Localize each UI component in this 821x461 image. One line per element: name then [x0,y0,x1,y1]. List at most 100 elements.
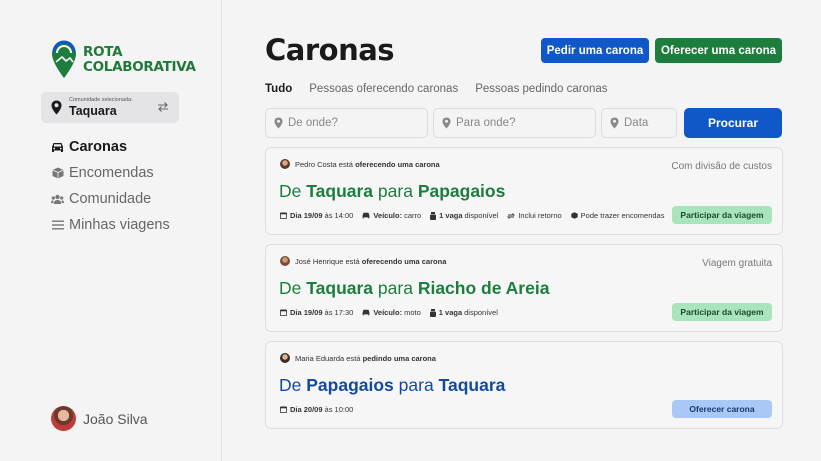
ask-ride-button[interactable]: Pedir uma carona [541,38,649,63]
route-to: Papagaios [417,181,506,201]
logo-icon [52,40,76,78]
date-input[interactable]: Data [601,108,677,138]
ride-vehicle-value: carro [404,211,422,220]
ride-time: às 17:30 [324,308,354,317]
route-to: Riacho de Areia [417,278,550,298]
ride-person: Maria Eduarda [295,353,345,363]
route-de: De [279,375,302,395]
calendar-icon [280,309,287,316]
route-from: Papagaios [306,375,394,395]
map-pin-icon [442,117,451,129]
ride-card: José Henrique está oferecendo uma carona… [265,244,783,332]
ride-date-label: Dia 20/09 [290,405,323,414]
logo[interactable]: ROTA COLABORATIVA [51,40,196,80]
offer-ride-button[interactable]: Oferecer uma carona [655,38,782,63]
route-para: para [377,181,413,201]
map-pin-icon [610,117,619,129]
car-icon [51,141,64,154]
ride-vehicle-label: Veículo: [373,308,403,317]
community-caption: Comunidade selecionada: [69,97,133,103]
ride-date: Dia 20/09 às 10:00 [280,405,353,414]
ride-verb: oferecendo uma carona [355,159,440,169]
sidebar-item-label: Encomendas [69,165,154,181]
ride-seats: 1 vaga disponível [430,211,498,220]
ride-seats-label: 1 vaga [439,211,463,220]
ride-header: Pedro Costa está oferecendo uma carona [280,159,440,169]
swap-icon[interactable] [157,101,169,113]
tab-all[interactable]: Tudo [265,83,292,95]
sidebar-item-caronas[interactable]: Caronas [51,134,170,160]
ride-verb-pre: está [346,353,361,363]
calendar-icon [280,406,287,413]
ride-verb: pedindo uma carona [362,353,436,363]
sidebar-item-comunidade[interactable]: Comunidade [51,186,170,212]
sidebar-nav: Caronas Encomendas Comunidade Minhas via… [51,134,170,238]
ride-verb-pre: está [345,256,360,266]
filter-tabs: Tudo Pessoas oferecendo caronas Pessoas … [265,83,625,95]
ride-verb: oferecendo uma carona [361,256,447,266]
ride-vehicle: Veículo: carro [362,211,421,220]
logo-line1: ROTA [83,44,123,60]
route-de: De [279,181,302,201]
map-pin-icon [274,117,283,129]
ride-seats: 1 vaga disponível [429,308,498,317]
box-icon [51,167,64,180]
ride-meta: Dia 19/09 às 14:00 Veículo: carro 1 vaga di… [280,211,673,220]
user-profile[interactable]: João Silva [51,406,148,431]
ride-date: Dia 19/09 às 14:00 [280,211,353,220]
ride-return: Inclui retorno [507,211,562,220]
ride-header: Maria Eduarda está pedindo uma carona [280,353,436,363]
ride-tag: Com divisão de custos [671,161,772,172]
community-selector[interactable]: Comunidade selecionada: Taquara [41,92,179,123]
sidebar-item-minhas-viagens[interactable]: Minhas viagens [51,212,170,238]
join-ride-button[interactable]: Participar da viagem [672,206,772,224]
route-to: Taquara [438,375,506,395]
ride-date: Dia 19/09 às 17:30 [280,308,353,317]
avatar [280,353,290,363]
ride-route: De Papagaios para Taquara [279,375,505,396]
ride-vehicle-label: Veículo: [373,211,403,220]
origin-input[interactable]: De onde? [265,108,428,138]
ride-extra1: Inclui retorno [518,211,562,220]
ride-date-label: Dia 19/09 [290,211,323,220]
sidebar: ROTA COLABORATIVA Comunidade selecionada… [0,0,222,461]
ride-tag: Viagem gratuita [702,258,772,269]
ride-vehicle-value: moto [404,308,421,317]
ride-card: Pedro Costa está oferecendo uma carona C… [265,147,783,235]
ride-card: Maria Eduarda está pedindo uma carona De… [265,341,783,429]
map-pin-icon [51,100,62,115]
user-name: João Silva [83,410,148,427]
ride-vehicle: Veículo: moto [362,308,421,317]
tab-offering[interactable]: Pessoas oferecendo caronas [309,83,458,95]
logo-line2: COLABORATIVA [83,59,196,75]
ride-date-label: Dia 19/09 [290,308,323,317]
ride-header: José Henrique está oferecendo uma carona [280,256,446,266]
tab-requesting[interactable]: Pessoas pedindo caronas [475,83,607,95]
offer-ride-card-button[interactable]: Oferecer carona [672,400,772,418]
ride-seats-suffix: disponível [464,308,498,317]
community-name: Taquara [69,104,117,118]
sidebar-item-label: Caronas [69,139,128,155]
ride-route: De Taquara para Papagaios [279,181,505,202]
users-icon [51,193,64,206]
calendar-icon [280,212,287,219]
ride-meta: Dia 19/09 às 17:30 Veículo: moto 1 vaga dis… [280,308,507,317]
route-from: Taquara [306,181,374,201]
ride-parcels: Pode trazer encomendas [570,211,664,220]
ride-verb-pre: está [338,159,353,169]
route-from: Taquara [306,278,374,298]
join-ride-button[interactable]: Participar da viagem [672,303,772,321]
search-button[interactable]: Procurar [684,108,782,138]
route-de: De [279,278,302,298]
route-para: para [377,278,413,298]
ride-route: De Taquara para Riacho de Areia [279,278,549,299]
sidebar-item-label: Comunidade [69,191,152,207]
sidebar-item-label: Minhas viagens [69,217,170,233]
avatar [51,406,76,431]
ride-seats-label: 1 vaga [438,308,463,317]
destination-placeholder: Para onde? [456,117,516,129]
sidebar-item-encomendas[interactable]: Encomendas [51,160,170,186]
car-icon [362,309,370,316]
car-icon [362,212,370,219]
destination-input[interactable]: Para onde? [433,108,596,138]
